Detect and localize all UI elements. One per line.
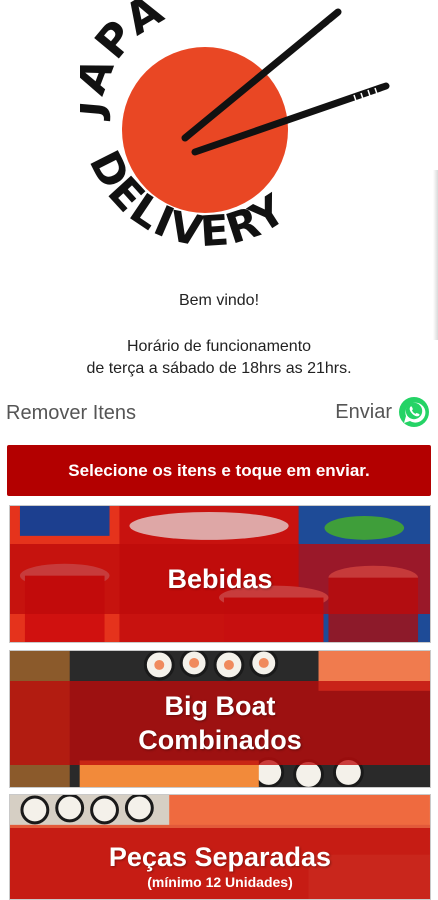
category-bebidas[interactable]: Bebidas bbox=[9, 505, 431, 643]
instruction-text: Selecione os itens e toque em enviar. bbox=[68, 460, 370, 480]
hours-text: de terça a sábado de 18hrs as 21hrs. bbox=[86, 360, 352, 377]
category-band: Peças Separadas (mínimo 12 Unidades) bbox=[10, 828, 430, 899]
category-band: Big Boat Combinados bbox=[10, 681, 430, 765]
category-big-boat-combinados[interactable]: Big Boat Combinados bbox=[9, 650, 431, 788]
action-row: Remover Itens Enviar bbox=[0, 396, 438, 430]
instruction-banner: Selecione os itens e toque em enviar. bbox=[7, 445, 431, 496]
category-subtitle: (mínimo 12 Unidades) bbox=[147, 873, 293, 890]
welcome-text: Bem vindo! bbox=[178, 292, 260, 309]
category-title: Big Boat Combinados bbox=[138, 691, 302, 755]
category-title: Bebidas bbox=[167, 564, 273, 594]
remove-items-button[interactable]: Remover Itens bbox=[6, 402, 136, 425]
category-band: Bebidas bbox=[10, 544, 430, 614]
category-title: Peças Separadas bbox=[108, 841, 332, 872]
send-button[interactable]: Enviar bbox=[335, 396, 430, 428]
send-label: Enviar bbox=[335, 400, 392, 423]
scroll-edge-shadow bbox=[433, 170, 438, 340]
whatsapp-icon bbox=[399, 397, 429, 427]
hours-title: Horário de funcionamento bbox=[126, 338, 312, 355]
japa-delivery-logo: JAPA DELIVERY bbox=[80, 0, 390, 256]
category-pecas-separadas[interactable]: Peças Separadas (mínimo 12 Unidades) bbox=[9, 794, 431, 900]
